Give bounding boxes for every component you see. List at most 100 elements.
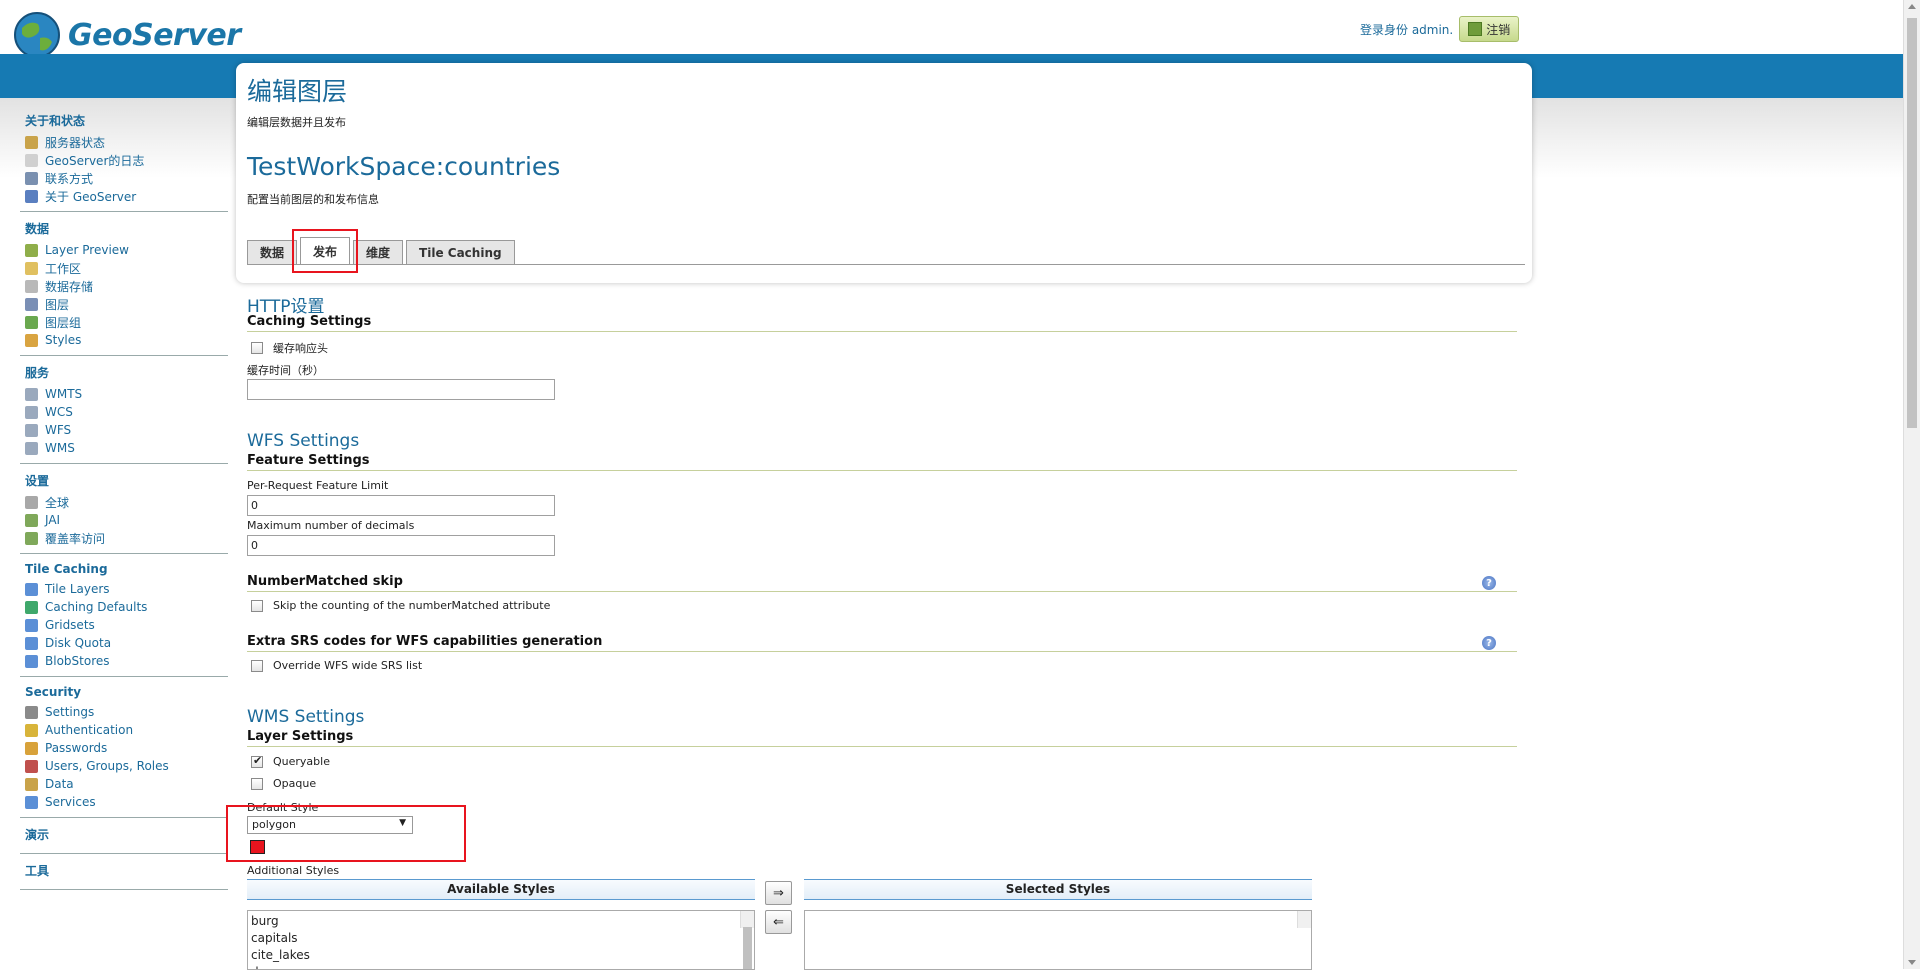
list-item[interactable]: cite_lakes — [251, 947, 751, 964]
available-styles-list[interactable]: burg capitals cite_lakes dem — [247, 910, 755, 970]
available-list-scrollbar[interactable] — [740, 911, 754, 969]
sidebar-item-label: Tile Layers — [45, 582, 110, 596]
sidebar-item[interactable]: Services — [20, 793, 228, 811]
workspace-icon — [25, 261, 38, 275]
logout-icon — [1468, 22, 1483, 36]
list-item[interactable]: burg — [251, 913, 751, 930]
sidebar-item-label: GeoServer的日志 — [45, 153, 145, 168]
sidebar-group-title[interactable]: Tile Caching — [20, 560, 228, 580]
sidebar-item[interactable]: GeoServer的日志 — [20, 151, 228, 169]
sidebar-item[interactable]: Authentication — [20, 721, 228, 739]
disk-quota-icon — [25, 636, 38, 650]
sidebar-item[interactable]: JAI — [20, 511, 228, 529]
number-matched-label: Skip the counting of the numberMatched a… — [273, 599, 551, 612]
sidebar-group-title[interactable]: 演示 — [20, 824, 228, 847]
page-scrollbar[interactable] — [1903, 0, 1920, 969]
queryable-checkbox[interactable] — [251, 754, 263, 768]
cache-time-input[interactable] — [247, 379, 555, 400]
sidebar-item-label: 数据存储 — [45, 279, 94, 294]
sidebar-group-title[interactable]: 关于和状态 — [20, 110, 228, 133]
sidebar-group-title[interactable]: Security — [20, 683, 228, 703]
sidebar-group-title[interactable]: 数据 — [20, 218, 228, 241]
additional-styles-label: Additional Styles — [247, 864, 340, 877]
logout-button[interactable]: 注销 — [1459, 16, 1520, 42]
sidebar-item[interactable]: 工作区 — [20, 259, 228, 277]
sidebar-item[interactable]: Disk Quota — [20, 634, 228, 652]
log-icon — [25, 153, 38, 167]
sidebar-item[interactable]: Gridsets — [20, 616, 228, 634]
available-styles-header: Available Styles — [247, 879, 755, 900]
cache-headers-row: 缓存响应头 — [251, 340, 328, 356]
sidebar-item[interactable]: WCS — [20, 403, 228, 421]
sidebar-divider — [20, 553, 228, 554]
selected-list-scrollbar[interactable] — [1297, 911, 1311, 928]
sidebar-item[interactable]: BlobStores — [20, 652, 228, 670]
tab-tile-caching[interactable]: Tile Caching — [406, 240, 515, 264]
layer-title: TestWorkSpace:countries — [247, 152, 561, 181]
sidebar-item-label: Gridsets — [45, 618, 95, 632]
geoserver-logo[interactable]: GeoServer — [12, 10, 241, 60]
scrollbar-thumb[interactable] — [743, 927, 752, 969]
gridsets-icon — [25, 618, 38, 632]
sidebar-divider — [20, 463, 228, 464]
header: GeoServer 登录身份 admin. 注销 — [0, 0, 1903, 58]
override-srs-checkbox[interactable] — [251, 659, 263, 672]
sidebar-item[interactable]: 全球 — [20, 493, 228, 511]
global-icon — [25, 495, 38, 509]
sidebar-group-title[interactable]: 服务 — [20, 362, 228, 385]
list-item[interactable]: dem — [251, 964, 751, 969]
sidebar-item[interactable]: 关于 GeoServer — [20, 187, 228, 205]
sidebar-group-title[interactable]: 设置 — [20, 470, 228, 493]
selected-styles-list[interactable] — [804, 910, 1312, 970]
sidebar-item[interactable]: Tile Layers — [20, 580, 228, 598]
login-text: 登录身份 admin. — [1360, 22, 1454, 37]
max-decimals-label: Maximum number of decimals — [247, 519, 415, 532]
max-decimals-input[interactable]: 0 — [247, 535, 555, 556]
settings-icon — [25, 705, 38, 719]
sidebar-item[interactable]: 联系方式 — [20, 169, 228, 187]
sidebar-item-label: Caching Defaults — [45, 600, 148, 614]
sidebar-item[interactable]: WFS — [20, 421, 228, 439]
sidebar-group: 演示 — [20, 824, 228, 847]
sidebar-item[interactable]: 数据存储 — [20, 277, 228, 295]
tab-dimensions[interactable]: 维度 — [353, 240, 404, 264]
blobstores-icon — [25, 654, 38, 668]
remove-style-button[interactable]: ⇐ — [765, 910, 792, 934]
opaque-checkbox[interactable] — [251, 777, 263, 790]
login-info: 登录身份 admin. 注销 — [1360, 16, 1520, 42]
help-icon[interactable]: ? — [1482, 576, 1496, 590]
sidebar-item[interactable]: Styles — [20, 331, 228, 349]
sidebar-item[interactable]: WMTS — [20, 385, 228, 403]
scroll-up-icon[interactable] — [1908, 4, 1916, 9]
sidebar-item[interactable]: 图层组 — [20, 313, 228, 331]
sidebar-item-label: WCS — [45, 405, 73, 419]
sidebar-item[interactable]: Users, Groups, Roles — [20, 757, 228, 775]
cache-headers-label: 缓存响应头 — [273, 342, 328, 355]
service-icon — [25, 441, 38, 455]
sidebar-group: 关于和状态 服务器状态 GeoServer的日志 联系方式 关于 GeoServer — [20, 110, 228, 205]
number-matched-checkbox[interactable] — [251, 599, 263, 612]
sidebar-item[interactable]: 覆盖率访问 — [20, 529, 228, 547]
help-icon[interactable]: ? — [1482, 636, 1496, 650]
sidebar-item[interactable]: Layer Preview — [20, 241, 228, 259]
add-style-button[interactable]: ⇒ — [765, 881, 792, 905]
sidebar-group-title[interactable]: 工具 — [20, 860, 228, 883]
sidebar-item[interactable]: 图层 — [20, 295, 228, 313]
sidebar-item[interactable]: Settings — [20, 703, 228, 721]
scrollbar-thumb[interactable] — [1907, 18, 1917, 428]
feature-limit-input[interactable]: 0 — [247, 495, 555, 516]
wfs-settings-heading: WFS Settings — [247, 431, 360, 451]
highlight-box-default-style — [226, 805, 466, 862]
sidebar-item[interactable]: Data — [20, 775, 228, 793]
sidebar-item[interactable]: Passwords — [20, 739, 228, 757]
scroll-down-icon[interactable] — [1908, 960, 1916, 965]
cache-headers-checkbox[interactable] — [251, 342, 263, 354]
feature-limit-label: Per-Request Feature Limit — [247, 479, 389, 492]
tab-data[interactable]: 数据 — [247, 240, 298, 264]
opaque-row: Opaque — [251, 777, 316, 790]
list-item[interactable]: capitals — [251, 930, 751, 947]
extra-srs-row: Override WFS wide SRS list — [251, 659, 422, 672]
sidebar-item[interactable]: WMS — [20, 439, 228, 457]
sidebar-item[interactable]: Caching Defaults — [20, 598, 228, 616]
sidebar-item[interactable]: 服务器状态 — [20, 133, 228, 151]
